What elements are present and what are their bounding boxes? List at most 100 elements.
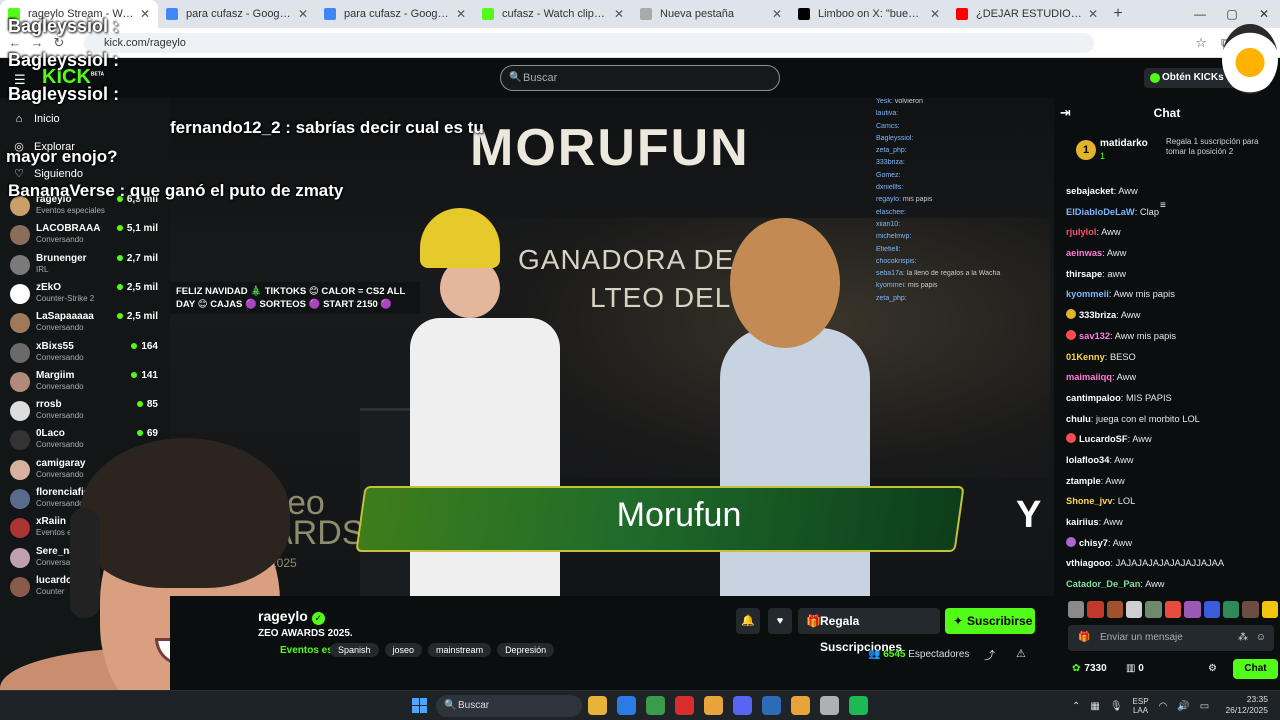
chevron-up-icon[interactable]: ⌃	[1072, 701, 1080, 712]
language-indicator[interactable]: ESP LAA	[1133, 697, 1149, 715]
emote-icon[interactable]	[1203, 601, 1220, 618]
follow-heart-button[interactable]: ♥	[768, 608, 792, 634]
microphone-icon[interactable]: 🎙	[1110, 701, 1123, 712]
browser-tab[interactable]: cufasz - Watch clips on Kick ✕	[474, 0, 632, 28]
emote-icon[interactable]	[1184, 601, 1201, 618]
share-icon[interactable]: ⤴	[984, 647, 995, 663]
collapse-chat-icon[interactable]: ⇥	[1060, 98, 1071, 128]
chat-username[interactable]: lolafloo34	[1066, 455, 1109, 465]
tab-close-icon[interactable]: ✕	[614, 7, 624, 21]
sidebar-item-following[interactable]: ♡ Siguiendo	[12, 167, 83, 180]
sidebar-channel[interactable]: LaSapaaaaa Conversando 2,5 mil	[10, 311, 162, 340]
subscribe-button[interactable]: ✦ Suscribirse	[945, 608, 1035, 634]
browser-tab[interactable]: para cufasz - Google Drive ✕	[158, 0, 316, 28]
sidebar-channel[interactable]: Brunenger IRL 2,7 mil	[10, 253, 162, 282]
tab-close-icon[interactable]: ✕	[930, 7, 940, 21]
taskbar-app-icon[interactable]	[646, 696, 665, 715]
back-arrow-icon[interactable]: ←	[4, 35, 26, 50]
chat-username[interactable]: ElDiabloDeLaW	[1066, 207, 1135, 217]
taskbar-app-icon[interactable]	[704, 696, 723, 715]
gift-icon[interactable]: 🎁	[1078, 625, 1090, 651]
sidebar-channel[interactable]: zEkO Counter-Strike 2 2,5 mil	[10, 282, 162, 311]
tab-close-icon[interactable]: ✕	[456, 7, 466, 21]
browser-tab[interactable]: ¿DEJAR ESTUDIOS PARA SER Y ✕	[948, 0, 1106, 28]
leaderboard-user[interactable]: matidarko	[1100, 138, 1148, 149]
tab-close-icon[interactable]: ✕	[1088, 7, 1098, 21]
chat-username[interactable]: sav132	[1079, 331, 1110, 341]
stream-tag[interactable]: joseo	[384, 643, 423, 657]
browser-tab[interactable]: para cufasz - Google Drive ✕	[316, 0, 474, 28]
video-player[interactable]: MORUFUN GANADORA DE LTEO DEL AÑO zeo ARD…	[170, 98, 1054, 596]
chat-username[interactable]: 333briza	[1079, 310, 1116, 320]
taskbar-app-icon[interactable]	[617, 696, 636, 715]
taskbar-app-icon[interactable]	[762, 696, 781, 715]
sidebar-channel[interactable]: Margiim Conversando 141	[10, 370, 162, 399]
chat-username[interactable]: chisy7	[1079, 538, 1108, 548]
bookmark-star-icon[interactable]: ☆	[1195, 35, 1207, 51]
chat-username[interactable]: 01Kenny	[1066, 352, 1105, 362]
chat-username[interactable]: thirsape	[1066, 269, 1102, 279]
wifi-icon[interactable]: ◠	[1159, 701, 1168, 712]
url-field[interactable]: kick.com/rageylo	[84, 33, 1094, 53]
chat-username[interactable]: chulu	[1066, 414, 1091, 424]
translate-icon[interactable]: ⁂	[1238, 625, 1248, 651]
taskbar-app-icon[interactable]	[733, 696, 752, 715]
emote-icon[interactable]	[1261, 601, 1278, 618]
channel-points[interactable]: ✿ 7330	[1072, 663, 1107, 674]
sidebar-channel[interactable]: LACOBRAAA Conversando 5,1 mil	[10, 223, 162, 252]
emote-icon[interactable]	[1145, 601, 1162, 618]
report-icon[interactable]: ⚠	[1016, 647, 1026, 660]
battery-icon[interactable]: ▭	[1200, 701, 1209, 712]
speaker-icon[interactable]: 🔊	[1177, 701, 1189, 712]
windows-start-icon[interactable]	[412, 698, 427, 713]
chat-username[interactable]: rjulylol	[1066, 227, 1096, 237]
chat-username[interactable]: Shone_jvv	[1066, 496, 1113, 506]
streamer-name[interactable]: rageylo ✓	[258, 608, 325, 625]
taskbar-app-icon[interactable]	[588, 696, 607, 715]
chat-username[interactable]: kairiius	[1066, 517, 1099, 527]
emoji-icon[interactable]: ☺	[1256, 625, 1266, 651]
emote-icon[interactable]	[1242, 601, 1259, 618]
chat-username[interactable]: vthiagooo	[1066, 558, 1110, 568]
chat-username[interactable]: cantimpaloo	[1066, 393, 1121, 403]
tab-close-icon[interactable]: ✕	[140, 7, 150, 21]
leaderboard-cta[interactable]: Regala 1 suscripción para tomar la posic…	[1166, 137, 1276, 156]
send-chat-button[interactable]: Chat	[1233, 659, 1278, 679]
chat-username[interactable]: kyommeii	[1066, 289, 1109, 299]
tab-close-icon[interactable]: ✕	[298, 7, 308, 21]
emote-icon[interactable]	[1106, 601, 1124, 618]
gear-icon[interactable]: ⚙	[1208, 663, 1217, 674]
emote-icon[interactable]	[1126, 601, 1143, 618]
emote-icon[interactable]	[1068, 601, 1085, 618]
taskbar-search[interactable]: 🔍 Buscar	[436, 695, 582, 717]
clock[interactable]: 23:35 26/12/2025	[1225, 694, 1268, 716]
tab-close-icon[interactable]: ✕	[772, 7, 782, 21]
chat-input[interactable]: 🎁 Enviar un mensaje ⁂ ☺	[1068, 625, 1274, 651]
kick-search-input[interactable]: 🔍 Buscar	[500, 65, 780, 91]
notification-bell-button[interactable]: 🔔	[736, 608, 760, 634]
chat-username[interactable]: maimaiiqq	[1066, 372, 1112, 382]
taskbar-app-icon[interactable]	[791, 696, 810, 715]
emote-icon[interactable]	[1164, 601, 1182, 618]
forward-arrow-icon[interactable]: →	[26, 35, 48, 50]
emote-icon[interactable]	[1222, 601, 1240, 618]
chat-username[interactable]: ztample	[1066, 476, 1101, 486]
stream-tag[interactable]: Depresión	[497, 643, 555, 657]
network-icon[interactable]: ▦	[1090, 701, 1099, 712]
emote-icon[interactable]	[1087, 601, 1104, 618]
new-tab-button[interactable]: +	[1106, 5, 1130, 23]
sidebar-channel[interactable]: rrosb Conversando 85	[10, 399, 162, 428]
chat-username[interactable]: aeinwas	[1066, 248, 1102, 258]
sidebar-item-home[interactable]: ⌂ Inicio	[12, 113, 60, 125]
minimize-button[interactable]: —	[1184, 0, 1216, 28]
sidebar-channel[interactable]: xBixs55 Conversando 164	[10, 341, 162, 370]
other-counter[interactable]: ▥ 0	[1126, 663, 1144, 674]
taskbar-app-icon[interactable]	[849, 696, 868, 715]
taskbar-app-icon[interactable]	[820, 696, 839, 715]
chat-username[interactable]: sebajacket	[1066, 186, 1114, 196]
taskbar-app-icon[interactable]	[675, 696, 694, 715]
stream-tag[interactable]: Spanish	[330, 643, 379, 657]
browser-tab[interactable]: Nueva pestaña ✕	[632, 0, 790, 28]
browser-tab[interactable]: Limboo on X: "buena esa strea ✕	[790, 0, 948, 28]
chat-username[interactable]: Catador_De_Pan	[1066, 579, 1140, 589]
